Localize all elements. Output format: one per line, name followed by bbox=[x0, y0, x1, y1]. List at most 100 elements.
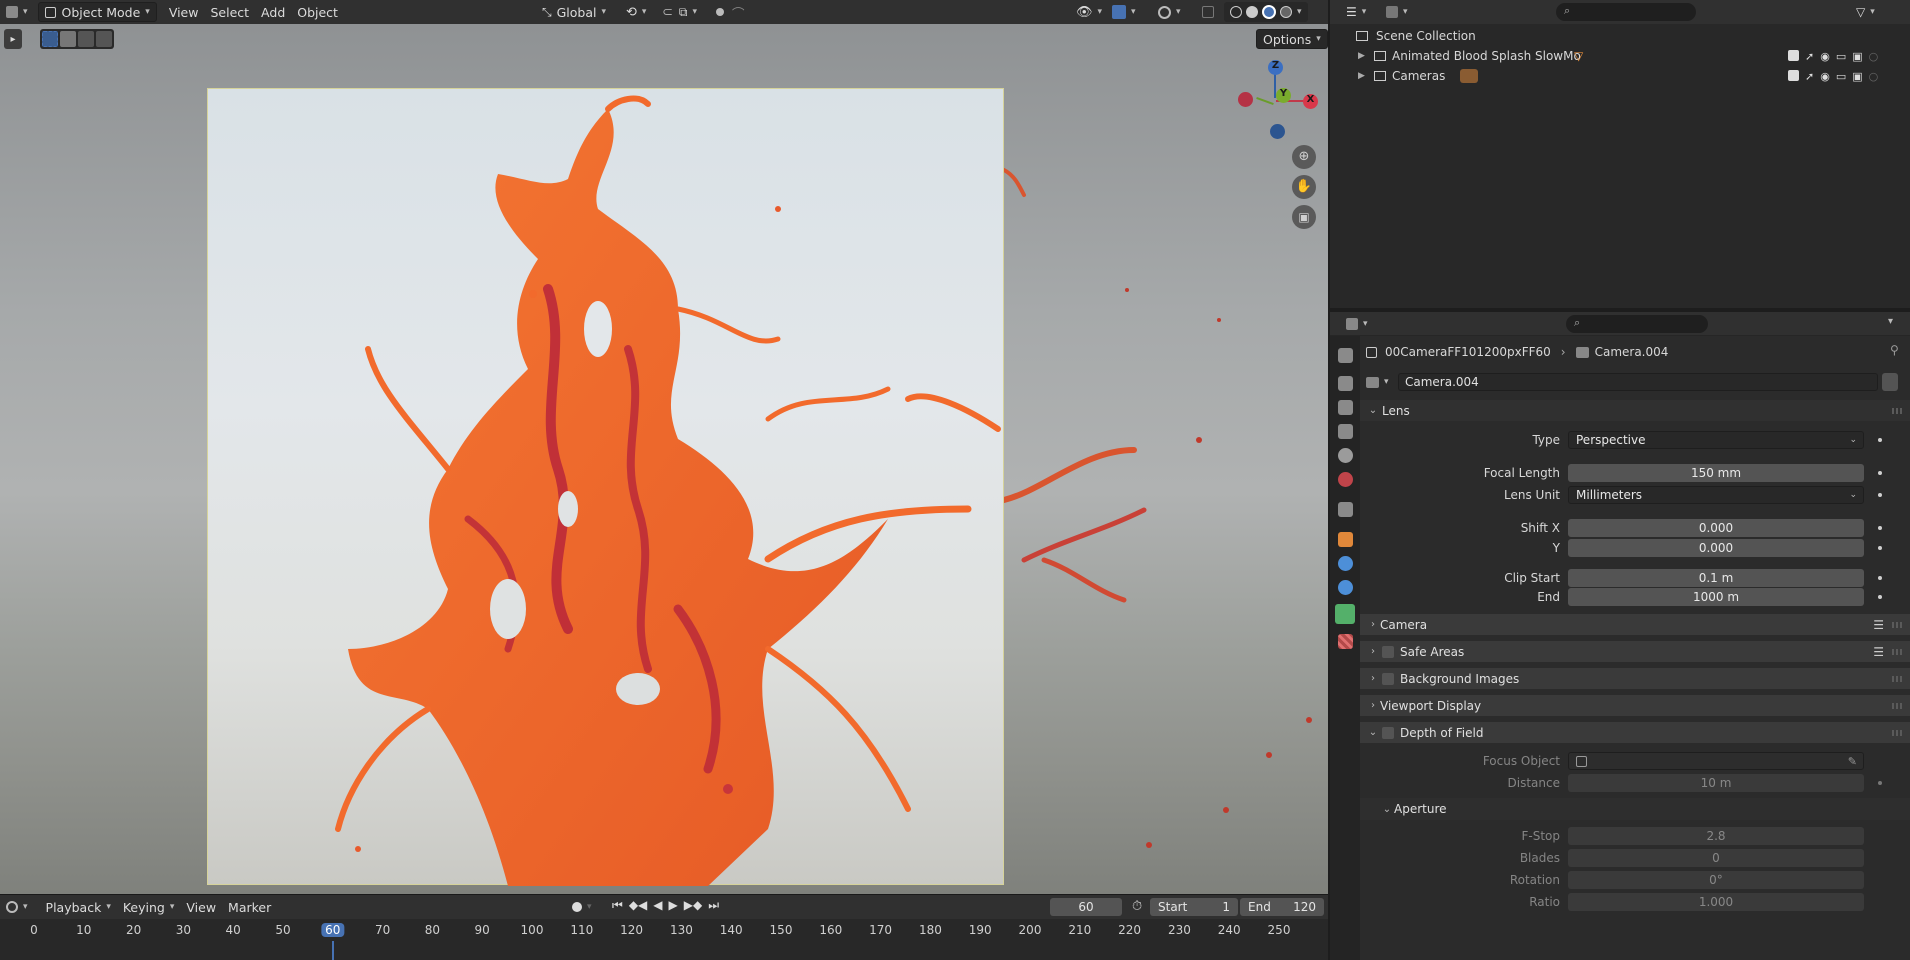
pan-hand-icon[interactable]: ✋ bbox=[1292, 175, 1316, 199]
gizmo-x-axis[interactable]: X bbox=[1303, 94, 1318, 109]
rotation-field[interactable]: 0° bbox=[1568, 871, 1864, 889]
xray-toggle[interactable] bbox=[1196, 2, 1220, 22]
options-dropdown[interactable]: Options ▾ bbox=[1256, 29, 1328, 49]
start-frame-field[interactable]: Start 1 bbox=[1150, 898, 1238, 916]
shift-x-field[interactable]: 0.000 bbox=[1568, 519, 1864, 537]
keyframe-dot[interactable] bbox=[1878, 493, 1882, 497]
proportional-edit-button[interactable]: ⌒ bbox=[710, 2, 751, 22]
play-reverse-icon[interactable]: ◀ bbox=[653, 898, 662, 913]
keyframe-dot[interactable] bbox=[1878, 546, 1882, 550]
eyedropper-icon[interactable]: ✎ bbox=[1848, 755, 1857, 768]
keyframe-dot[interactable] bbox=[1878, 438, 1882, 442]
menu-view[interactable]: View bbox=[163, 2, 205, 22]
exclude-checkbox[interactable] bbox=[1788, 69, 1799, 81]
timeline-editor-type[interactable]: ▾ bbox=[0, 897, 34, 917]
output-tab-icon[interactable] bbox=[1338, 400, 1353, 415]
fake-user-shield-icon[interactable] bbox=[1882, 373, 1898, 391]
safe-areas-checkbox[interactable] bbox=[1382, 645, 1394, 658]
physics-tab-icon[interactable] bbox=[1338, 556, 1353, 571]
dof-panel-header[interactable]: ⌄ Depth of Field bbox=[1360, 722, 1910, 744]
expand-arrow-icon[interactable]: ▶ bbox=[1358, 51, 1370, 61]
solid-shading-icon[interactable] bbox=[1246, 6, 1258, 18]
chevron-down-icon[interactable]: ▾ bbox=[1888, 316, 1893, 327]
camera-panel-header[interactable]: › Camera ☰ bbox=[1360, 614, 1910, 636]
overlay-toggle[interactable]: ▾ bbox=[1152, 2, 1187, 22]
constraints-tab-icon[interactable] bbox=[1338, 580, 1353, 595]
menu-select[interactable]: Select bbox=[204, 2, 255, 22]
tool-tab-icon[interactable] bbox=[1338, 348, 1353, 363]
shift-y-field[interactable]: 0.000 bbox=[1568, 539, 1864, 557]
keyframe-dot[interactable] bbox=[1878, 471, 1882, 475]
render-camera-icon[interactable]: ▣ bbox=[1852, 50, 1862, 63]
dof-checkbox[interactable] bbox=[1382, 726, 1394, 739]
prev-keyframe-icon[interactable]: ◆◀ bbox=[629, 898, 647, 913]
lens-panel-header[interactable]: ⌄ Lens bbox=[1360, 400, 1910, 422]
record-button[interactable]: ▾ bbox=[566, 897, 598, 917]
filter-button[interactable]: ▽ ▾ bbox=[1850, 2, 1881, 22]
tool-select-button[interactable]: ▸ bbox=[4, 29, 22, 49]
mode-selector[interactable]: Object Mode ▾ bbox=[37, 2, 157, 22]
drag-grip-icon[interactable] bbox=[1892, 649, 1904, 655]
keyframe-dot[interactable] bbox=[1878, 781, 1882, 785]
mesh-data-icon[interactable]: ▽ bbox=[1574, 49, 1583, 63]
keyframe-dot[interactable] bbox=[1878, 576, 1882, 580]
focal-length-field[interactable]: 150 mm bbox=[1568, 464, 1864, 482]
editor-type-button[interactable]: ▾ bbox=[0, 2, 34, 22]
safe-areas-panel-header[interactable]: › Safe Areas ☰ bbox=[1360, 641, 1910, 663]
drag-grip-icon[interactable] bbox=[1892, 676, 1904, 682]
select-intersect-icon[interactable] bbox=[96, 31, 112, 47]
pin-icon[interactable]: ⚲ bbox=[1890, 343, 1899, 357]
3d-viewport[interactable]: ▾ Object Mode ▾ View Select Add Object ⤡… bbox=[0, 0, 1328, 894]
transform-orientation[interactable]: ⤡ Global ▾ bbox=[536, 2, 612, 22]
fstop-field[interactable]: 2.8 bbox=[1568, 827, 1864, 845]
playhead[interactable] bbox=[332, 941, 334, 960]
zoom-icon[interactable]: ⊕ bbox=[1292, 145, 1316, 169]
properties-editor[interactable]: ▾ ⌕ ▾ 00CameraFF101200pxFF60 › Camera.00… bbox=[1330, 312, 1910, 960]
select-extend-icon[interactable] bbox=[60, 31, 76, 47]
outliner-editor-type[interactable]: ☰ ▾ bbox=[1340, 2, 1372, 22]
frame-ruler[interactable]: 0 10 20 30 40 50 60 70 80 90 100 110 120 130 140 150 160… bbox=[0, 923, 1328, 941]
selectable-icon[interactable]: ➚ bbox=[1805, 70, 1814, 83]
gizmo-y-axis[interactable]: Y bbox=[1276, 88, 1291, 103]
snap-button[interactable]: ⊂ ⧉ ▾ bbox=[656, 2, 703, 22]
end-frame-field[interactable]: End 120 bbox=[1240, 898, 1324, 916]
menu-timeline-view[interactable]: View bbox=[180, 897, 222, 917]
menu-keying[interactable]: Keying ▾ bbox=[117, 897, 181, 917]
display-mode-button[interactable]: ▾ bbox=[1380, 2, 1414, 22]
view-layer-tab-icon[interactable] bbox=[1338, 424, 1353, 439]
jump-start-icon[interactable]: ⏮ bbox=[612, 898, 623, 913]
monitor-icon[interactable]: ▭ bbox=[1836, 50, 1846, 63]
ratio-field[interactable]: 1.000 bbox=[1568, 893, 1864, 911]
distance-field[interactable]: 10 m bbox=[1568, 774, 1864, 792]
camera-view-icon[interactable]: ▣ bbox=[1292, 205, 1316, 229]
exclude-checkbox[interactable] bbox=[1788, 49, 1799, 61]
gizmo-neg-x[interactable] bbox=[1238, 92, 1253, 107]
blades-field[interactable]: 0 bbox=[1568, 849, 1864, 867]
properties-editor-type[interactable]: ▾ bbox=[1340, 314, 1374, 334]
visibility-button[interactable]: 👁 ▾ bbox=[1070, 2, 1108, 22]
shading-modes[interactable]: ▾ bbox=[1224, 2, 1308, 22]
gizmo-neg-z[interactable] bbox=[1270, 124, 1285, 139]
datablock-name-field[interactable]: Camera.004 bbox=[1398, 373, 1878, 391]
holdout-icon[interactable]: ○ bbox=[1869, 50, 1879, 63]
wireframe-shading-icon[interactable] bbox=[1230, 6, 1242, 18]
material-shading-icon[interactable] bbox=[1262, 5, 1276, 19]
world-tab-icon[interactable] bbox=[1338, 472, 1353, 487]
menu-marker[interactable]: Marker bbox=[222, 897, 277, 917]
select-subtract-icon[interactable] bbox=[78, 31, 94, 47]
menu-object[interactable]: Object bbox=[291, 2, 344, 22]
object-tab-icon[interactable] bbox=[1338, 532, 1353, 547]
presets-list-icon[interactable]: ☰ bbox=[1873, 618, 1884, 632]
rendered-shading-icon[interactable] bbox=[1280, 6, 1292, 18]
menu-playback[interactable]: Playback ▾ bbox=[40, 897, 117, 917]
menu-add[interactable]: Add bbox=[255, 2, 291, 22]
outliner[interactable]: ☰ ▾ ▾ ⌕ ▽ ▾ Scene Collection ▶ Animated Bl… bbox=[1330, 0, 1910, 308]
play-icon[interactable]: ▶ bbox=[669, 898, 678, 913]
camera-data-tab-icon[interactable] bbox=[1335, 604, 1355, 624]
collection-tab-icon[interactable] bbox=[1338, 502, 1353, 517]
drag-grip-icon[interactable] bbox=[1892, 703, 1904, 709]
drag-grip-icon[interactable] bbox=[1892, 622, 1904, 628]
expand-arrow-icon[interactable]: ▶ bbox=[1358, 71, 1370, 81]
focus-object-field[interactable]: ✎ bbox=[1568, 752, 1864, 770]
navigation-gizmo[interactable]: Z X Y bbox=[1236, 58, 1318, 148]
